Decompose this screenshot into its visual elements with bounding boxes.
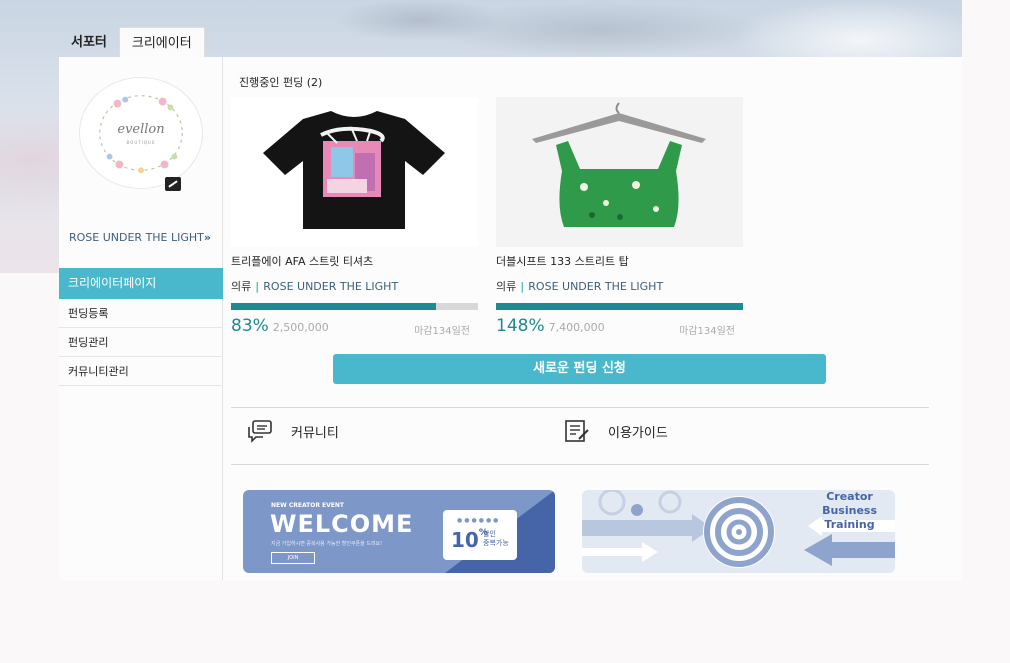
banner-title: WELCOME (270, 510, 414, 538)
banner-eyebrow: NEW CREATOR EVENT (271, 502, 344, 509)
training-line-2: Business (822, 504, 877, 517)
divider (231, 407, 929, 408)
sidebar: evellon BOUTIQUE ROSE UNDER THE LIGHT» 크… (59, 57, 223, 580)
new-funding-button[interactable]: 새로운 펀딩 신청 (333, 354, 826, 384)
progress-bar (496, 303, 743, 310)
menu-item-community-manage[interactable]: 커뮤니티관리 (59, 357, 223, 386)
funding-category: 의류 (496, 280, 517, 293)
tab-creator[interactable]: 크리에이터 (118, 27, 205, 58)
chat-bubbles-icon (248, 420, 272, 443)
divider (231, 464, 929, 465)
edit-icon[interactable] (165, 177, 181, 191)
funding-meta: 의류 | ROSE UNDER THE LIGHT (231, 278, 478, 294)
funding-meta: 의류 | ROSE UNDER THE LIGHT (496, 278, 743, 294)
guide-label: 이용가이드 (608, 425, 668, 441)
floral-top-image (496, 97, 743, 247)
training-line-1: Creator (826, 490, 873, 503)
funding-stats: 83% 2,500,000 마감134일전 (231, 316, 478, 337)
funding-deadline: 마감134일전 (679, 326, 735, 337)
guide-link[interactable]: 이용가이드 (564, 419, 668, 443)
meta-separator: | (520, 280, 525, 293)
creator-panel: evellon BOUTIQUE ROSE UNDER THE LIGHT» 크… (59, 57, 962, 580)
sidebar-menu: 크리에이터페이지 펀딩등록 펀딩관리 커뮤니티관리 (59, 268, 223, 386)
coupon-card: ●●●●●● 10% 할인 중복가능 (443, 510, 517, 560)
coupon-text-1: 할인 (483, 530, 496, 538)
funding-brand: ROSE UNDER THE LIGHT (263, 280, 399, 293)
tab-supporter[interactable]: 서포터 (59, 27, 119, 58)
funding-card[interactable]: 트리플에이 AFA 스트릿 티셔츠 의류 | ROSE UNDER THE LIGH… (231, 97, 478, 337)
role-tabs: 서포터 크리에이터 (59, 27, 205, 58)
coupon-value: 10 (451, 528, 479, 552)
logo-subtext: BOUTIQUE (126, 140, 156, 145)
funding-percent: 148% (496, 316, 545, 336)
funding-amount: 7,400,000 (548, 321, 605, 334)
menu-item-funding-register[interactable]: 펀딩등록 (59, 299, 223, 328)
menu-header-creator-page[interactable]: 크리에이터페이지 (59, 268, 223, 299)
logo-wordmark: evellon (117, 122, 165, 137)
funding-amount: 2,500,000 (272, 321, 329, 334)
progress-fill (496, 303, 743, 310)
product-image (496, 97, 743, 247)
meta-separator: | (255, 280, 260, 293)
document-edit-icon (565, 420, 589, 442)
creator-name: ROSE UNDER THE LIGHT (69, 231, 204, 244)
join-button[interactable]: JOIN (271, 552, 315, 564)
tshirt-image (231, 97, 478, 247)
community-link[interactable]: 커뮤니티 (247, 419, 339, 443)
training-line-3: Training (824, 518, 875, 531)
menu-item-funding-manage[interactable]: 펀딩관리 (59, 328, 223, 357)
funding-title: 트리플에이 AFA 스트릿 티셔츠 (231, 255, 374, 268)
funding-brand: ROSE UNDER THE LIGHT (528, 280, 664, 293)
funding-card[interactable]: 더블시프트 133 스트리트 탑 의류 | ROSE UNDER THE LIGHT… (496, 97, 743, 337)
creator-name-link[interactable]: ROSE UNDER THE LIGHT» (69, 231, 211, 244)
welcome-banner[interactable]: NEW CREATOR EVENT WELCOME 지금 가입하시면 중복사용 … (243, 490, 555, 573)
banner-description: 지금 가입하시면 중복사용 가능한 할인쿠폰을 드려요! (271, 541, 383, 547)
product-image (231, 97, 478, 247)
coupon-dots: ●●●●●● (457, 517, 501, 524)
funding-stats: 148% 7,400,000 마감134일전 (496, 316, 743, 337)
creator-avatar: evellon BOUTIQUE (79, 77, 203, 189)
double-chevron-icon: » (203, 231, 212, 244)
section-title: 진행중인 펀딩 (2) (239, 76, 323, 89)
funding-category: 의류 (231, 280, 252, 293)
funding-deadline: 마감134일전 (414, 326, 470, 337)
coupon-text: 할인 중복가능 (483, 530, 509, 548)
funding-title: 더블시프트 133 스트리트 탑 (496, 255, 629, 268)
training-text: Creator Business Training (822, 490, 877, 532)
community-label: 커뮤니티 (291, 425, 339, 441)
progress-bar (231, 303, 478, 310)
progress-fill (231, 303, 436, 310)
training-banner[interactable]: Creator Business Training (582, 490, 895, 573)
funding-percent: 83% (231, 316, 269, 336)
coupon-text-2: 중복가능 (483, 539, 509, 547)
